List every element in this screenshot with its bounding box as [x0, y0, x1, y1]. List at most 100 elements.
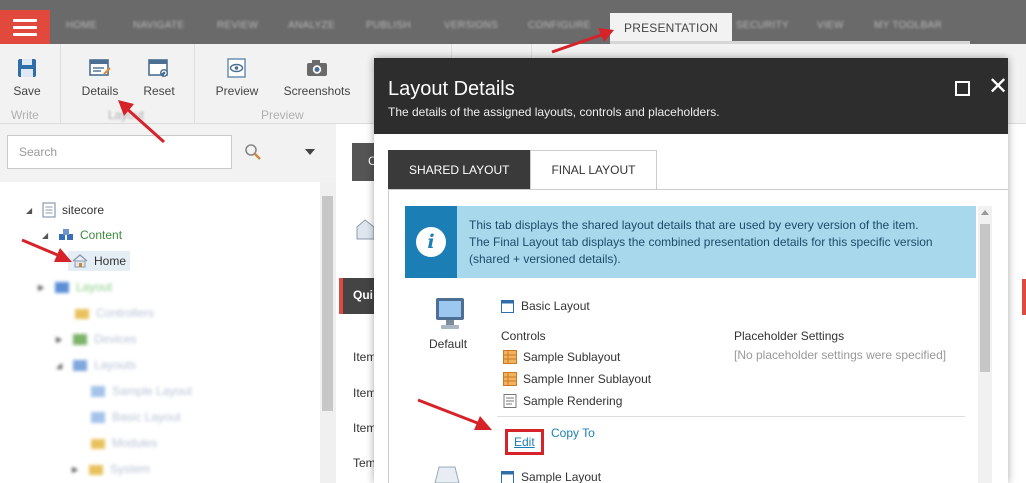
- tab-final-layout[interactable]: FINAL LAYOUT: [530, 150, 657, 190]
- search-options-dropdown[interactable]: [305, 149, 315, 155]
- tab-home[interactable]: HOME: [66, 20, 97, 38]
- accent-marker: [1022, 279, 1026, 315]
- tree-item-label: Sample Layout: [112, 384, 193, 398]
- home-icon: [72, 254, 88, 268]
- quick-info-header[interactable]: Qui: [339, 278, 374, 314]
- layout-icon: [501, 470, 514, 483]
- expand-icon[interactable]: ▶: [56, 335, 66, 344]
- monitor-icon: [436, 298, 464, 329]
- layout-icon: [91, 412, 105, 423]
- reset-button[interactable]: Reset: [142, 58, 176, 98]
- field-label: Item: [353, 350, 374, 364]
- rendering-icon: [503, 394, 517, 408]
- tab-publish[interactable]: PUBLISH: [366, 20, 411, 38]
- tree-item-content[interactable]: ◢ Content: [42, 228, 122, 242]
- tree-item-label: Layouts: [94, 358, 137, 372]
- tree-item-controllers[interactable]: Controllers: [74, 306, 154, 320]
- reset-label: Reset: [143, 84, 175, 98]
- save-icon: [18, 59, 36, 77]
- control-item[interactable]: Sample Sublayout: [503, 350, 620, 364]
- collapse-icon[interactable]: ◢: [56, 361, 66, 370]
- tree-item-sitecore[interactable]: ◢ sitecore: [26, 202, 104, 218]
- tree-item-label: Content: [80, 228, 123, 242]
- tree-item-system[interactable]: ▶ System: [72, 462, 150, 476]
- control-name: Sample Rendering: [523, 394, 623, 408]
- details-icon: [89, 59, 111, 76]
- info-line: The Final Layout tab displays the combin…: [469, 235, 933, 249]
- info-text: This tab displays the shared layout deta…: [469, 217, 969, 268]
- tree-item-layouts[interactable]: ◢ Layouts: [56, 358, 136, 372]
- print-device-icon: [434, 466, 460, 483]
- tree-item-label: Layout: [76, 280, 113, 294]
- dialog-scrollbar[interactable]: [978, 206, 992, 483]
- dialog-subtitle: The details of the assigned layouts, con…: [388, 105, 720, 119]
- tree-item-sample-layout[interactable]: Sample Layout: [90, 384, 192, 398]
- tab-presentation[interactable]: PRESENTATION: [610, 13, 732, 44]
- content-icon: [59, 229, 73, 240]
- editor-tab[interactable]: C: [352, 143, 377, 181]
- edit-link[interactable]: Edit: [505, 429, 544, 455]
- tree-item-devices[interactable]: ▶ Devices: [56, 332, 137, 346]
- tree-scrollbar[interactable]: [320, 182, 336, 483]
- tab-view[interactable]: VIEW: [817, 20, 844, 38]
- ribbon-divider: [194, 44, 195, 124]
- placeholder-empty-text: [No placeholder settings were specified]: [734, 348, 947, 362]
- layout-assignment[interactable]: Basic Layout: [501, 299, 590, 313]
- close-icon[interactable]: ✕: [988, 75, 1008, 99]
- layout-tabs: SHARED LAYOUT FINAL LAYOUT: [388, 150, 657, 190]
- tree-item-modules[interactable]: Modules: [90, 436, 157, 450]
- tree-scroll-thumb[interactable]: [322, 196, 333, 411]
- search-icon[interactable]: [244, 143, 262, 161]
- preview-button[interactable]: Preview: [215, 58, 259, 98]
- tree-item-label: Modules: [112, 436, 158, 450]
- screenshots-button[interactable]: Screenshots: [283, 58, 351, 98]
- menu-icon[interactable]: [0, 10, 50, 44]
- control-item[interactable]: Sample Rendering: [503, 394, 622, 408]
- tab-navigate[interactable]: NAVIGATE: [133, 20, 184, 38]
- details-label: Details: [81, 84, 119, 98]
- expand-icon[interactable]: ▶: [72, 465, 82, 474]
- tree-item-label: Home: [94, 254, 127, 268]
- tree-item-layout[interactable]: ▶ Layout: [38, 280, 112, 294]
- expand-icon[interactable]: ▶: [38, 283, 48, 292]
- folder-icon: [75, 309, 89, 319]
- folder-icon: [89, 465, 103, 475]
- field-label: Item: [353, 421, 374, 435]
- tree-item-basic-layout[interactable]: Basic Layout: [90, 410, 181, 424]
- layout-assignment[interactable]: Sample Layout: [501, 470, 601, 483]
- tab-security[interactable]: SECURITY: [736, 20, 789, 38]
- info-line: This tab displays the shared layout deta…: [469, 218, 919, 232]
- camera-icon: [307, 60, 327, 76]
- field-label: Tem: [353, 456, 374, 470]
- layout-details-dialog: Layout Details The details of the assign…: [374, 58, 1008, 483]
- tab-shared-layout[interactable]: SHARED LAYOUT: [388, 150, 531, 190]
- layout-folder-icon: [55, 282, 69, 293]
- preview-icon: [227, 58, 246, 78]
- ribbon-tab-bar: HOME NAVIGATE REVIEW ANALYZE PUBLISH VER…: [0, 0, 1026, 44]
- layout-icon: [91, 386, 105, 397]
- copy-to-link[interactable]: Copy To: [551, 426, 595, 440]
- details-button[interactable]: Details: [79, 58, 121, 98]
- search-bar: Search: [0, 124, 336, 182]
- tab-my-toolbar[interactable]: MY TOOLBAR: [874, 20, 942, 38]
- preview-label: Preview: [215, 84, 259, 98]
- shared-layout-panel: i This tab displays the shared layout de…: [388, 189, 1008, 483]
- collapse-icon[interactable]: ◢: [42, 231, 52, 240]
- dialog-scroll-thumb[interactable]: [980, 224, 990, 372]
- item-icon: [356, 219, 375, 240]
- tab-versions[interactable]: VERSIONS: [444, 20, 498, 38]
- control-item[interactable]: Sample Inner Sublayout: [503, 372, 651, 386]
- tree-item-label: sitecore: [62, 203, 105, 217]
- tree-item-home[interactable]: Home: [68, 251, 131, 271]
- tab-configure[interactable]: CONFIGURE: [528, 20, 591, 38]
- tree-item-label: Devices: [94, 332, 137, 346]
- tab-analyze[interactable]: ANALYZE: [288, 20, 335, 38]
- scroll-up-icon[interactable]: [981, 210, 989, 215]
- tab-review[interactable]: REVIEW: [217, 20, 258, 38]
- maximize-icon[interactable]: [955, 81, 970, 96]
- save-button[interactable]: Save: [12, 58, 42, 98]
- collapse-icon[interactable]: ◢: [26, 206, 36, 215]
- search-input[interactable]: Search: [7, 135, 232, 169]
- folder-icon: [91, 439, 105, 449]
- sublayout-icon: [503, 372, 517, 386]
